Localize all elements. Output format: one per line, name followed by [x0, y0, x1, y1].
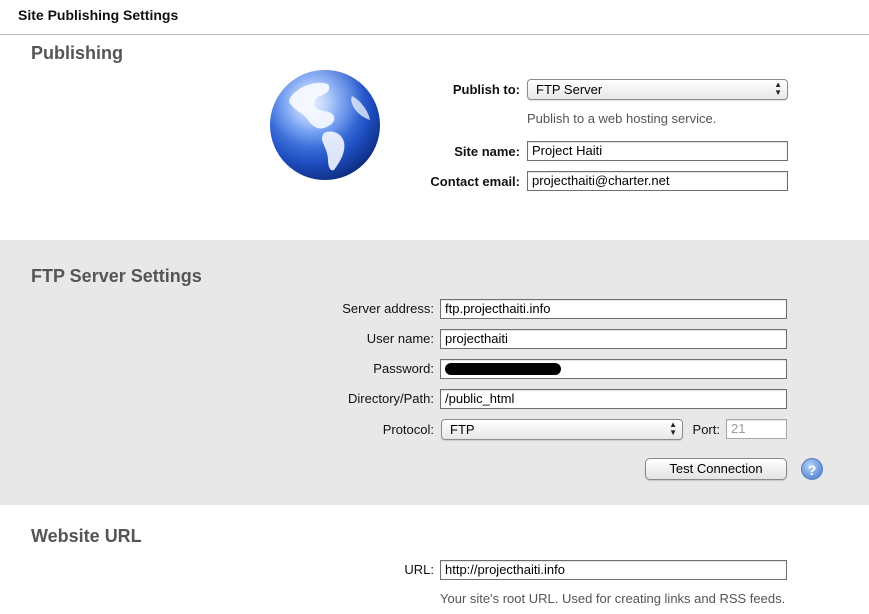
port-field[interactable]: 21 — [726, 419, 787, 439]
publish-to-label: Publish to: — [452, 82, 520, 97]
password-label: Password: — [373, 361, 434, 376]
ftp-heading: FTP Server Settings — [31, 266, 202, 286]
publishing-heading: Publishing — [31, 43, 123, 63]
password-field[interactable] — [440, 359, 787, 379]
user-name-field[interactable]: projecthaiti — [440, 329, 787, 349]
test-connection-button[interactable]: Test Connection — [645, 458, 787, 480]
site-name-field[interactable]: Project Haiti — [527, 141, 788, 161]
help-icon[interactable]: ? — [801, 458, 823, 480]
port-label: Port: — [692, 422, 720, 437]
window-titlebar: Site Publishing Settings — [0, 0, 869, 35]
url-label: URL: — [404, 562, 434, 577]
protocol-value: FTP — [450, 422, 475, 437]
ftp-settings-section: FTP Server Settings Server address: ftp.… — [0, 240, 869, 505]
publishing-section: Publishing Publish to: FTP Server ▲ ▼ Pub… — [0, 35, 869, 240]
window-title: Site Publishing Settings — [18, 7, 179, 23]
protocol-label: Protocol: — [382, 422, 434, 437]
select-arrows-icon: ▲ ▼ — [669, 420, 677, 437]
globe-icon — [270, 70, 380, 180]
url-field[interactable]: http://projecthaiti.info — [440, 560, 787, 580]
website-url-section: Website URL URL: http://projecthaiti.inf… — [0, 505, 869, 614]
protocol-select[interactable]: FTP ▲ ▼ — [441, 419, 683, 440]
publish-to-value: FTP Server — [536, 82, 603, 97]
server-address-label: Server address: — [342, 301, 434, 316]
server-address-field[interactable]: ftp.projecthaiti.info — [440, 299, 787, 319]
publish-hint: Publish to a web hosting service. — [527, 111, 717, 126]
directory-field[interactable]: /public_html — [440, 389, 787, 409]
site-name-label: Site name: — [454, 144, 520, 159]
password-mask — [445, 363, 561, 375]
contact-email-label: Contact email: — [430, 174, 520, 189]
user-name-label: User name: — [366, 331, 434, 346]
url-hint: Your site's root URL. Used for creating … — [440, 591, 786, 606]
contact-email-field[interactable]: projecthaiti@charter.net — [527, 171, 788, 191]
directory-label: Directory/Path: — [348, 391, 434, 406]
website-url-heading: Website URL — [31, 526, 142, 546]
publish-to-select[interactable]: FTP Server ▲ ▼ — [527, 79, 788, 100]
select-arrows-icon: ▲ ▼ — [774, 80, 782, 97]
